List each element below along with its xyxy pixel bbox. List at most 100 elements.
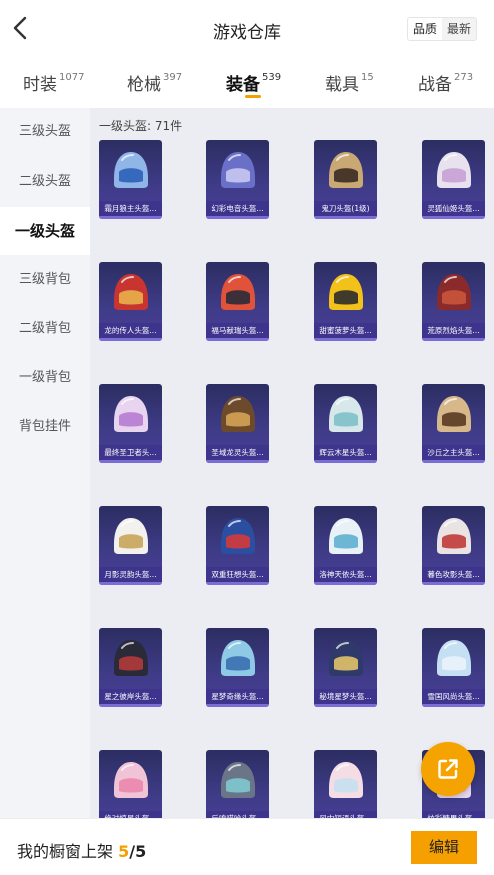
helmet-icon <box>114 396 148 432</box>
item-card[interactable]: 最终圣卫者头... <box>99 384 162 463</box>
quality-stripe <box>206 704 269 707</box>
item-name: 双重狂想头盔... <box>206 567 269 582</box>
item-card[interactable]: 沙丘之主头盔... <box>422 384 485 463</box>
item-name: 炫彩糖果头盔... <box>422 811 485 818</box>
tab-vehicles[interactable]: 载具 15 <box>325 70 374 95</box>
item-card[interactable]: 后嗅喵哈头盔... <box>206 750 269 818</box>
item-name: 秘境星梦头盔... <box>314 689 377 704</box>
item-card[interactable]: 洛神天依头盔... <box>314 506 377 585</box>
quality-stripe <box>314 704 377 707</box>
item-card[interactable]: 鬼刀头盔(1级) <box>314 140 377 219</box>
tab-count: 397 <box>163 72 183 84</box>
helmet-icon <box>114 640 148 676</box>
sort-toggle: 品质 最新 <box>406 17 477 41</box>
item-name: 月影灵韵头盔... <box>99 567 162 582</box>
item-card[interactable]: 星之彼岸头盔... <box>99 628 162 707</box>
sidebar-item-level3-backpack[interactable]: 三级背包 <box>0 256 90 304</box>
item-card[interactable]: 星梦奇缘头盔... <box>206 628 269 707</box>
helmet-icon <box>329 518 363 554</box>
tab-weapons[interactable]: 枪械 397 <box>127 70 182 95</box>
quality-stripe <box>99 704 162 707</box>
item-name: 星梦奇缘头盔... <box>206 689 269 704</box>
edit-button[interactable]: 编辑 <box>411 831 477 864</box>
helmet-icon <box>114 518 148 554</box>
item-name: 绝对惊星头盔... <box>99 811 162 818</box>
sidebar-item-level2-helmet[interactable]: 二级头盔 <box>0 158 90 206</box>
category-tabs: 时装 1077 枪械 397 装备 539 载具 15 战备 273 <box>0 58 494 106</box>
item-card[interactable]: 甜蜜菠萝头盔... <box>314 262 377 341</box>
helmet-icon <box>329 640 363 676</box>
item-card[interactable]: 荒原烈焰头盔... <box>422 262 485 341</box>
item-card[interactable]: 圣域龙灵头盔... <box>206 384 269 463</box>
item-card[interactable]: 灵狐仙姬头盔... <box>422 140 485 219</box>
showcase-label: 我的橱窗上架 <box>17 842 114 861</box>
sidebar-item-level3-helmet[interactable]: 三级头盔 <box>0 108 90 156</box>
item-name: 洛神天依头盔... <box>314 567 377 582</box>
item-name: 幻彩电音头盔... <box>206 201 269 216</box>
item-card[interactable]: 绝对惊星头盔... <box>99 750 162 818</box>
item-card[interactable]: 雪国风尚头盔... <box>422 628 485 707</box>
tab-count: 1077 <box>59 72 85 84</box>
helmet-icon <box>114 152 148 188</box>
showcase-status: 我的橱窗上架 5/5 <box>17 838 146 862</box>
item-card[interactable]: 霜月狼主头盔... <box>99 140 162 219</box>
quality-stripe <box>99 216 162 219</box>
item-name: 鬼刀头盔(1级) <box>314 201 377 216</box>
tab-count: 273 <box>454 72 474 84</box>
sidebar-item-level2-backpack[interactable]: 二级背包 <box>0 305 90 353</box>
active-tab-indicator <box>245 95 261 98</box>
tab-count: 15 <box>361 72 374 84</box>
item-card[interactable]: 双重狂想头盔... <box>206 506 269 585</box>
helmet-icon <box>437 274 471 310</box>
helmet-icon <box>437 640 471 676</box>
quality-stripe <box>99 582 162 585</box>
item-name: 灵狐仙姬头盔... <box>422 201 485 216</box>
item-card[interactable]: 暮色攻影头盔... <box>422 506 485 585</box>
helmet-icon <box>329 762 363 798</box>
item-card[interactable]: 福马献瑞头盔... <box>206 262 269 341</box>
item-card[interactable]: 风中短语头盔... <box>314 750 377 818</box>
item-name: 龙的传人头盔... <box>99 323 162 338</box>
quality-stripe <box>314 338 377 341</box>
sort-option-quality[interactable]: 品质 <box>407 18 442 40</box>
quality-stripe <box>206 582 269 585</box>
tab-label: 载具 <box>325 75 359 95</box>
share-button[interactable] <box>421 742 475 796</box>
item-name: 风中短语头盔... <box>314 811 377 818</box>
quality-stripe <box>422 216 485 219</box>
quality-stripe <box>314 582 377 585</box>
sort-option-latest[interactable]: 最新 <box>442 18 476 40</box>
tab-equipment[interactable]: 装备 539 <box>226 70 281 95</box>
quality-stripe <box>422 582 485 585</box>
sidebar-item-level1-backpack[interactable]: 一级背包 <box>0 354 90 402</box>
item-name: 星之彼岸头盔... <box>99 689 162 704</box>
quality-stripe <box>206 460 269 463</box>
tab-fashion[interactable]: 时装 1077 <box>23 70 84 95</box>
quality-stripe <box>99 460 162 463</box>
helmet-icon <box>221 762 255 798</box>
tab-count: 539 <box>262 72 282 84</box>
item-name: 沙丘之主头盔... <box>422 445 485 460</box>
item-card[interactable]: 秘境星梦头盔... <box>314 628 377 707</box>
sidebar-item-level1-helmet[interactable]: 一级头盔 <box>0 207 90 255</box>
item-card[interactable]: 龙的传人头盔... <box>99 262 162 341</box>
item-card[interactable]: 月影灵韵头盔... <box>99 506 162 585</box>
item-name: 暮色攻影头盔... <box>422 567 485 582</box>
item-card[interactable]: 辉云木星头盔... <box>314 384 377 463</box>
item-name: 福马献瑞头盔... <box>206 323 269 338</box>
item-name: 辉云木星头盔... <box>314 445 377 460</box>
item-card[interactable]: 幻彩电音头盔... <box>206 140 269 219</box>
tab-label: 时装 <box>23 75 57 95</box>
item-name: 霜月狼主头盔... <box>99 201 162 216</box>
helmet-icon <box>329 396 363 432</box>
share-external-icon <box>438 759 458 779</box>
tab-label: 战备 <box>418 75 452 95</box>
showcase-current-count: 5 <box>118 842 130 861</box>
helmet-icon <box>221 152 255 188</box>
quality-stripe <box>422 338 485 341</box>
tab-supplies[interactable]: 战备 273 <box>418 70 473 95</box>
sidebar-item-backpack-charm[interactable]: 背包挂件 <box>0 403 90 451</box>
item-name: 雪国风尚头盔... <box>422 689 485 704</box>
item-name: 甜蜜菠萝头盔... <box>314 323 377 338</box>
tab-label: 枪械 <box>127 75 161 95</box>
